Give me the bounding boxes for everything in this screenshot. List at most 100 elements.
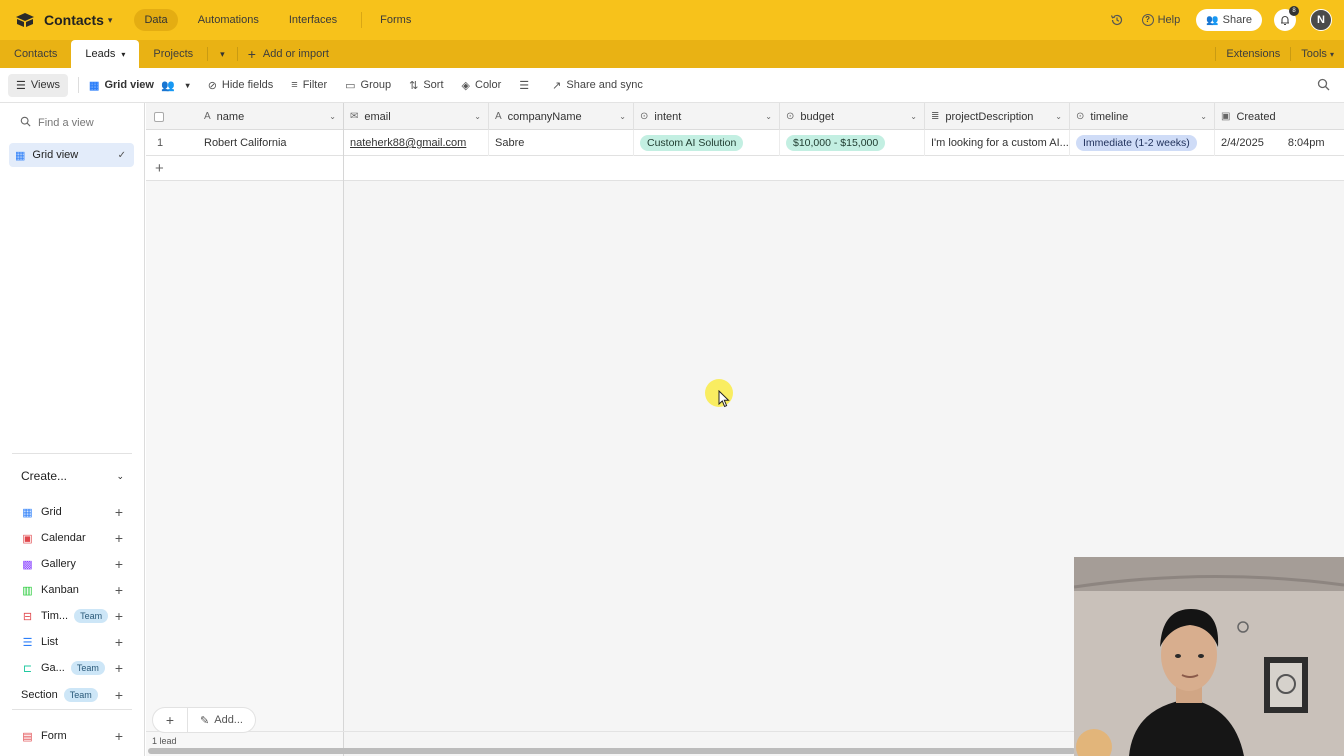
add-record-button[interactable]: +: [152, 707, 188, 733]
sort-button[interactable]: ⇅ Sort: [409, 79, 443, 92]
column-header-intent[interactable]: ⊙ intent ⌄: [634, 103, 780, 130]
long-text-icon: ≣: [931, 111, 940, 122]
hide-fields-button[interactable]: ⊘ Hide fields: [208, 79, 274, 92]
plus-icon[interactable]: +: [115, 530, 123, 546]
grid-icon: ▦: [22, 506, 33, 519]
add-record-row[interactable]: +: [146, 156, 1344, 181]
row-height-button[interactable]: ☰: [519, 79, 534, 92]
create-gantt-view[interactable]: ⊏ Ga... Team +: [21, 655, 125, 681]
sidebar-divider: [12, 453, 132, 454]
plus-icon[interactable]: +: [115, 608, 123, 624]
create-item-label: Tim...: [41, 610, 69, 622]
chevron-down-icon[interactable]: ⌄: [765, 112, 772, 121]
plus-icon[interactable]: +: [115, 728, 123, 744]
check-icon: ✓: [117, 149, 126, 161]
create-kanban-view[interactable]: ▥ Kanban +: [21, 577, 125, 603]
app-logo-icon[interactable]: [15, 12, 35, 28]
avatar[interactable]: N: [1310, 9, 1332, 31]
views-button[interactable]: ☰ Views: [8, 73, 69, 97]
column-header-projectdescription[interactable]: ≣ projectDescription ⌄: [925, 103, 1070, 130]
chevron-down-icon[interactable]: ⌄: [1055, 112, 1062, 121]
color-button[interactable]: ◈ Color: [462, 79, 502, 92]
search-icon[interactable]: [1317, 78, 1330, 91]
paint-bucket-icon: ◈: [461, 79, 470, 92]
plus-icon[interactable]: +: [115, 556, 123, 572]
sidebar-item-grid-view[interactable]: ▦ Grid view ✓: [9, 143, 134, 167]
chevron-down-icon[interactable]: ⌄: [329, 112, 336, 121]
chevron-down-icon[interactable]: ⌄: [910, 112, 917, 121]
cell-timeline[interactable]: Immediate (1-2 weeks): [1070, 130, 1215, 156]
plus-icon[interactable]: +: [155, 160, 164, 177]
all-tables-dropdown[interactable]: ▾: [208, 40, 237, 68]
tab-label: Projects: [153, 48, 194, 60]
plus-icon[interactable]: +: [115, 660, 123, 676]
column-header-email[interactable]: ✉ email ⌄: [344, 103, 489, 130]
create-grid-view[interactable]: ▦ Grid +: [21, 499, 125, 525]
help-button[interactable]: ? Help: [1141, 14, 1180, 26]
grid-view-switcher[interactable]: ▦ Grid view 👥 ▾: [89, 79, 190, 92]
bell-icon: [1281, 16, 1289, 26]
cell-email[interactable]: nateherk88@gmail.com: [344, 130, 489, 156]
notifications-button[interactable]: 8: [1274, 6, 1299, 31]
column-header-created[interactable]: ▣ Created: [1215, 103, 1344, 130]
nav-interfaces[interactable]: Interfaces: [279, 9, 347, 31]
plus-icon[interactable]: +: [115, 582, 123, 598]
tab-contacts[interactable]: Contacts: [0, 40, 71, 68]
cell-created[interactable]: 2/4/2025 8:04pm: [1215, 130, 1344, 156]
cell-projectdescription[interactable]: I'm looking for a custom AI...: [925, 130, 1070, 156]
table-row[interactable]: 1 Robert California nateherk88@gmail.com…: [146, 130, 1344, 156]
create-section-toggle[interactable]: Create... ⌄: [21, 469, 124, 483]
cell-name[interactable]: Robert California: [198, 130, 344, 156]
tab-leads[interactable]: Leads ▾: [71, 40, 140, 68]
cell-companyname[interactable]: Sabre: [489, 130, 634, 156]
nav-automations[interactable]: Automations: [188, 9, 269, 31]
cell-budget[interactable]: $10,000 - $15,000: [780, 130, 925, 156]
share-button[interactable]: 👥 Share: [1196, 9, 1262, 31]
create-gallery-view[interactable]: ▩ Gallery +: [21, 551, 125, 577]
nav-forms[interactable]: Forms: [370, 9, 421, 31]
nav-data[interactable]: Data: [134, 9, 178, 31]
column-label: email: [364, 110, 391, 123]
cell-intent[interactable]: Custom AI Solution: [634, 130, 780, 156]
column-header-companyname[interactable]: A companyName ⌄: [489, 103, 634, 130]
find-view-field[interactable]: Find a view: [0, 103, 144, 143]
chevron-down-icon[interactable]: ▾: [108, 15, 113, 26]
plus-icon[interactable]: +: [115, 504, 123, 520]
tab-projects[interactable]: Projects: [139, 40, 207, 68]
history-icon[interactable]: [1110, 13, 1124, 27]
base-name[interactable]: Contacts: [44, 12, 104, 28]
create-calendar-view[interactable]: ▣ Calendar +: [21, 525, 125, 551]
add-with-options-button[interactable]: ✎ Add...: [188, 707, 256, 733]
presenter-video-image: [1074, 557, 1344, 756]
column-header-name[interactable]: A name ⌄: [198, 103, 344, 130]
select-all-cell: [146, 103, 198, 130]
chevron-down-icon[interactable]: ⌄: [1200, 112, 1207, 121]
mouse-pointer-icon: [718, 390, 730, 408]
create-item-label: Form: [41, 730, 67, 742]
column-label: intent: [654, 110, 682, 123]
tools-button[interactable]: Tools ▾: [1291, 40, 1344, 68]
email-link[interactable]: nateherk88@gmail.com: [350, 137, 466, 149]
create-timeline-view[interactable]: ⊟ Tim... Team +: [21, 603, 125, 629]
share-sync-button[interactable]: ↗ Share and sync: [552, 79, 643, 92]
horizontal-scrollbar[interactable]: [148, 748, 1076, 754]
column-header-timeline[interactable]: ⊙ timeline ⌄: [1070, 103, 1215, 130]
chevron-down-icon[interactable]: ⌄: [474, 112, 481, 121]
select-all-checkbox[interactable]: [154, 111, 164, 122]
add-or-import-button[interactable]: + Add or import: [238, 40, 339, 68]
extensions-button[interactable]: Extensions: [1216, 40, 1290, 68]
column-header-budget[interactable]: ⊙ budget ⌄: [780, 103, 925, 130]
sidebar-divider: [12, 709, 132, 710]
people-icon: 👥: [1206, 14, 1219, 26]
create-section[interactable]: Section Team +: [21, 682, 125, 708]
group-button[interactable]: ▭ Group: [345, 79, 391, 92]
filter-button[interactable]: ≡ Filter: [291, 79, 327, 91]
plus-icon[interactable]: +: [115, 634, 123, 650]
plus-icon[interactable]: +: [115, 687, 123, 703]
create-list-view[interactable]: ☰ List +: [21, 629, 125, 655]
grid-icon: ▦: [15, 149, 26, 162]
chevron-down-icon[interactable]: ▾: [121, 50, 125, 59]
create-form-view[interactable]: ▤ Form +: [21, 723, 125, 749]
chevron-down-icon[interactable]: ⌄: [619, 112, 626, 121]
column-label: projectDescription: [945, 110, 1034, 123]
